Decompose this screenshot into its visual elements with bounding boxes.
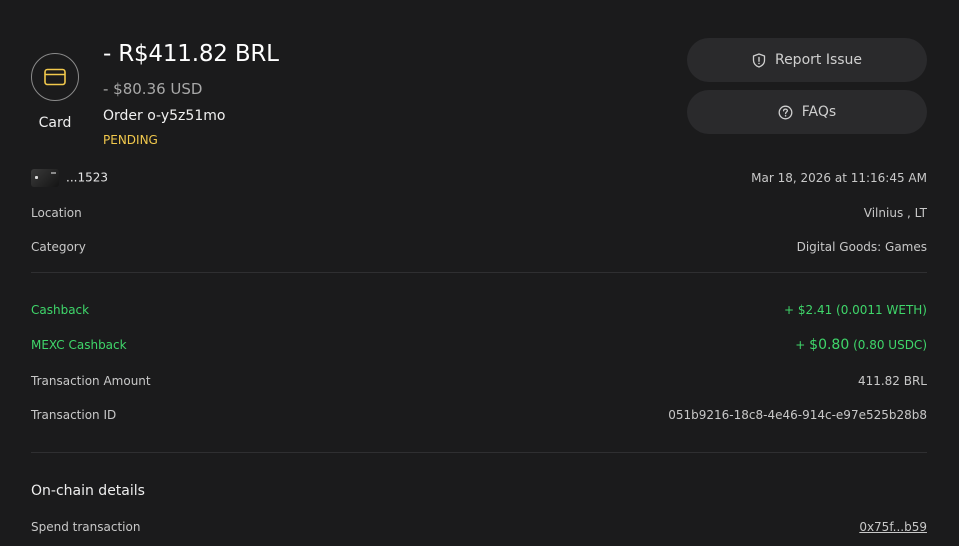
cashback-value: + $2.41 (0.0011 WETH) <box>783 303 927 317</box>
transaction-amount-value: 411.82 BRL <box>857 374 927 388</box>
spend-transaction-link[interactable]: 0x75f...b59 <box>859 520 927 534</box>
location-value: Vilnius , LT <box>863 206 927 220</box>
order-id: Order o-y5z51mo <box>103 108 226 124</box>
transaction-amount-usd: - $80.36 USD <box>103 80 203 98</box>
mexc-cashback-token: (0.80 USDC) <box>849 338 927 352</box>
payment-method-label: Card <box>38 115 72 131</box>
faqs-button[interactable]: FAQs <box>687 90 927 134</box>
divider <box>31 272 927 273</box>
mexc-cashback-row: MEXC Cashback + $0.80 (0.80 USDC) <box>31 335 927 355</box>
cashback-label: Cashback <box>31 303 90 317</box>
mexc-cashback-label: MEXC Cashback <box>31 338 127 352</box>
transaction-id-label: Transaction ID <box>31 408 117 422</box>
category-value: Digital Goods: Games <box>796 240 927 254</box>
mexc-cashback-value: + $0.80 (0.80 USDC) <box>795 337 927 353</box>
location-label: Location <box>31 206 82 220</box>
spend-transaction-row: Spend transaction 0x75f...b59 <box>31 518 927 536</box>
status-badge: PENDING <box>103 133 158 147</box>
transaction-id-row: Transaction ID 051b9216-18c8-4e46-914c-e… <box>31 406 927 424</box>
help-circle-icon <box>778 105 793 119</box>
spend-transaction-label: Spend transaction <box>31 520 141 534</box>
onchain-section-title: On-chain details <box>31 483 145 499</box>
card-thumbnail-icon <box>31 169 59 187</box>
card-last4: ...1523 <box>66 170 108 185</box>
report-issue-label: Report Issue <box>774 52 863 68</box>
category-row: Category Digital Goods: Games <box>31 238 927 256</box>
divider <box>31 452 927 453</box>
credit-card-icon <box>31 53 79 101</box>
mexc-cashback-prefix: + <box>795 338 810 352</box>
shield-alert-icon <box>752 52 766 68</box>
mexc-cashback-amount: $0.80 <box>809 337 850 353</box>
faqs-label: FAQs <box>801 104 837 120</box>
transaction-amount-row: Transaction Amount 411.82 BRL <box>31 372 927 390</box>
report-issue-button[interactable]: Report Issue <box>687 38 927 82</box>
transaction-amount-label: Transaction Amount <box>31 374 151 388</box>
transaction-id-value[interactable]: 051b9216-18c8-4e46-914c-e97e525b28b8 <box>668 408 927 422</box>
location-row: Location Vilnius , LT <box>31 204 927 222</box>
transaction-amount: - R$411.82 BRL <box>103 41 279 67</box>
card-datetime-row: ...1523 Mar 18, 2026 at 11:16:45 AM <box>31 169 927 187</box>
transaction-datetime: Mar 18, 2026 at 11:16:45 AM <box>751 171 927 185</box>
cashback-row: Cashback + $2.41 (0.0011 WETH) <box>31 301 927 319</box>
card-info: ...1523 <box>31 169 108 187</box>
transaction-detail-page: Card - R$411.82 BRL - $80.36 USD Order o… <box>0 0 959 546</box>
category-label: Category <box>31 240 86 254</box>
